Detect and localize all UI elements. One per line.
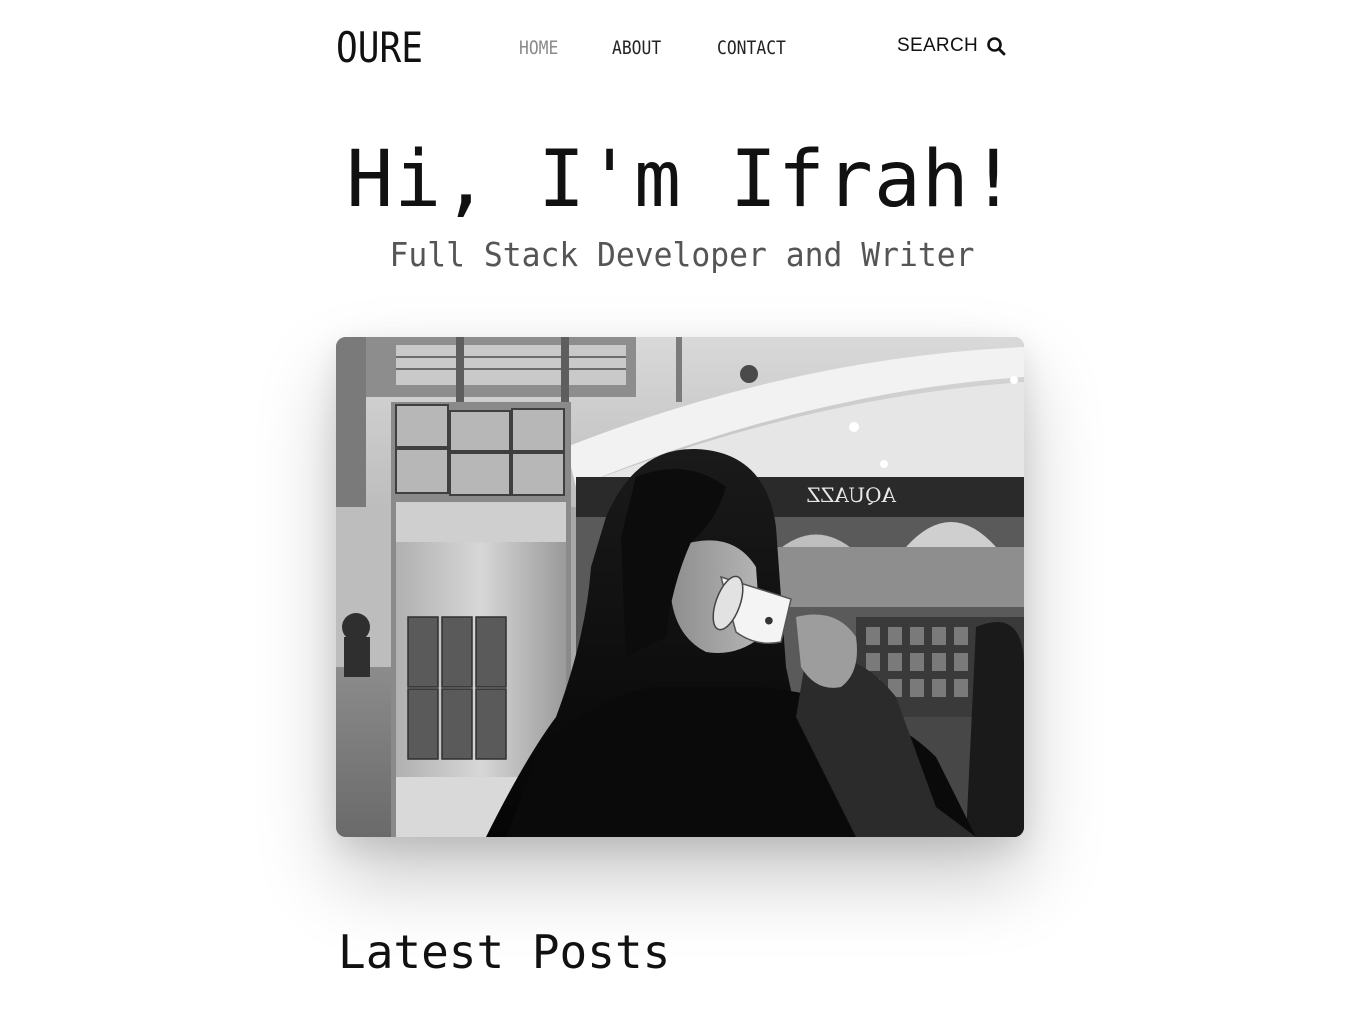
- nav-link-contact[interactable]: CONTACT: [717, 36, 786, 60]
- nav-item-about: ABOUT: [612, 36, 717, 60]
- site-header: OURE HOME ABOUT CONTACT SEARCH: [336, 0, 1024, 96]
- search-label: SEARCH: [897, 35, 978, 56]
- nav-link-home[interactable]: HOME: [519, 36, 558, 60]
- hero-section: Hi, I'm Ifrah! Full Stack Developer and …: [0, 130, 1364, 276]
- store-sign-text: AQUAZZ: [807, 483, 897, 507]
- search-button[interactable]: SEARCH: [897, 34, 1006, 58]
- hero-title: Hi, I'm Ifrah!: [346, 135, 1018, 225]
- hero-photo: AQUAZZ ●: [336, 337, 1024, 837]
- nav-link-about[interactable]: ABOUT: [612, 36, 661, 60]
- nav-item-home: HOME: [519, 36, 612, 60]
- search-icon: [986, 36, 1006, 56]
- hero-photo-illustration: AQUAZZ ●: [336, 337, 1024, 837]
- main-nav: HOME ABOUT CONTACT: [519, 36, 797, 60]
- nav-item-contact: CONTACT: [717, 36, 797, 60]
- hero-subtitle: Full Stack Developer and Writer: [389, 235, 975, 274]
- site-logo[interactable]: OURE: [336, 22, 423, 74]
- latest-posts-heading: Latest Posts: [338, 925, 671, 979]
